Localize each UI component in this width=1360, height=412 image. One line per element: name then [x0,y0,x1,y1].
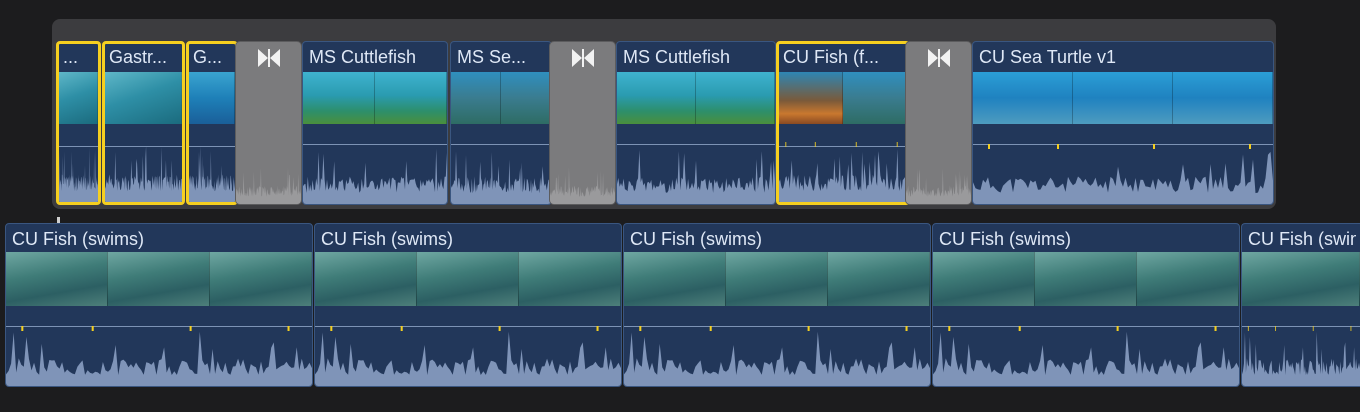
video-thumbnail [624,252,726,306]
clip-title: CU Sea Turtle v1 [979,47,1117,67]
storyline-clip-1[interactable]: ... [56,41,101,205]
video-thumbnail [1073,72,1173,124]
clip-filmstrip [617,72,775,124]
clip-filmstrip [1242,252,1360,306]
clip-filmstrip [779,72,907,124]
video-thumbnail [189,72,235,124]
storyline-clip-5[interactable]: MS Se... [450,41,552,205]
audio-waveform [451,126,551,204]
video-thumbnail [108,252,210,306]
clip-filmstrip [189,72,235,124]
video-thumbnail [933,252,1035,306]
video-thumbnail [519,252,621,306]
clip-title: MS Cuttlefish [623,47,731,67]
video-thumbnail [696,72,775,124]
clip-title: CU Fish (swims) [939,229,1071,249]
storyline-clip-2[interactable]: Gastr... [102,41,185,205]
cross-dissolve-transition[interactable] [235,41,302,205]
timeline: ... Gastr... G... MS Cuttlefish MS Se...… [0,0,1360,412]
clip-filmstrip [933,252,1239,306]
clip-filmstrip [624,252,930,306]
clip-title: G... [193,47,223,67]
cross-dissolve-transition[interactable] [905,41,972,205]
video-thumbnail [210,252,312,306]
connected-clip-3[interactable]: CU Fish (swims) [623,223,931,387]
cross-dissolve-transition[interactable] [549,41,616,205]
video-thumbnail [417,252,519,306]
connected-clip-1[interactable]: CU Fish (swims) [5,223,313,387]
video-thumbnail [303,72,375,124]
clip-filmstrip [315,252,621,306]
audio-waveform [933,308,1239,386]
video-thumbnail [451,72,501,124]
video-thumbnail [779,72,843,124]
audio-waveform [1242,308,1360,386]
connected-clip-4[interactable]: CU Fish (swims) [932,223,1240,387]
clip-title: CU Fish (f... [783,47,880,67]
video-thumbnail [375,72,447,124]
bowtie-transition-icon [927,49,950,67]
video-thumbnail [1242,252,1360,306]
video-thumbnail [6,252,108,306]
connected-clip-2[interactable]: CU Fish (swims) [314,223,622,387]
video-thumbnail [59,72,98,124]
video-thumbnail [973,72,1073,124]
audio-waveform [189,128,235,202]
clip-filmstrip [59,72,98,124]
audio-waveform [315,308,621,386]
video-thumbnail [1173,72,1273,124]
video-thumbnail [1137,252,1239,306]
video-thumbnail [726,252,828,306]
clip-title: MS Se... [457,47,527,67]
video-thumbnail [1035,252,1137,306]
clip-title: CU Fish (swims) [321,229,453,249]
storyline-clip-4[interactable]: MS Cuttlefish [302,41,448,205]
storyline-clip-8[interactable]: CU Sea Turtle v1 [972,41,1274,205]
clip-title: MS Cuttlefish [309,47,417,67]
clip-filmstrip [303,72,447,124]
connected-clip-5[interactable]: CU Fish (swims) [1241,223,1360,387]
video-thumbnail [105,72,182,124]
storyline-clip-7[interactable]: CU Fish (f... [776,41,910,205]
bowtie-transition-icon [571,49,594,67]
clip-title: ... [63,47,79,67]
storyline-clip-3[interactable]: G... [186,41,238,205]
storyline-clip-6[interactable]: MS Cuttlefish [616,41,776,205]
clip-title: CU Fish (swims) [630,229,762,249]
clip-title: CU Fish (swims) [12,229,144,249]
audio-waveform [779,128,907,202]
audio-waveform [303,126,447,204]
clip-filmstrip [973,72,1273,124]
video-thumbnail [501,72,551,124]
audio-waveform [105,128,182,202]
clip-title: Gastr... [109,47,168,67]
bowtie-transition-icon [257,49,280,67]
audio-waveform [973,126,1273,204]
video-thumbnail [828,252,930,306]
clip-title: CU Fish (swims) [1248,229,1356,249]
clip-filmstrip [451,72,551,124]
audio-waveform [6,308,312,386]
audio-waveform [59,128,98,202]
clip-filmstrip [105,72,182,124]
clip-filmstrip [6,252,312,306]
video-thumbnail [315,252,417,306]
video-thumbnail [617,72,696,124]
audio-waveform [617,126,775,204]
audio-waveform [624,308,930,386]
video-thumbnail [843,72,907,124]
